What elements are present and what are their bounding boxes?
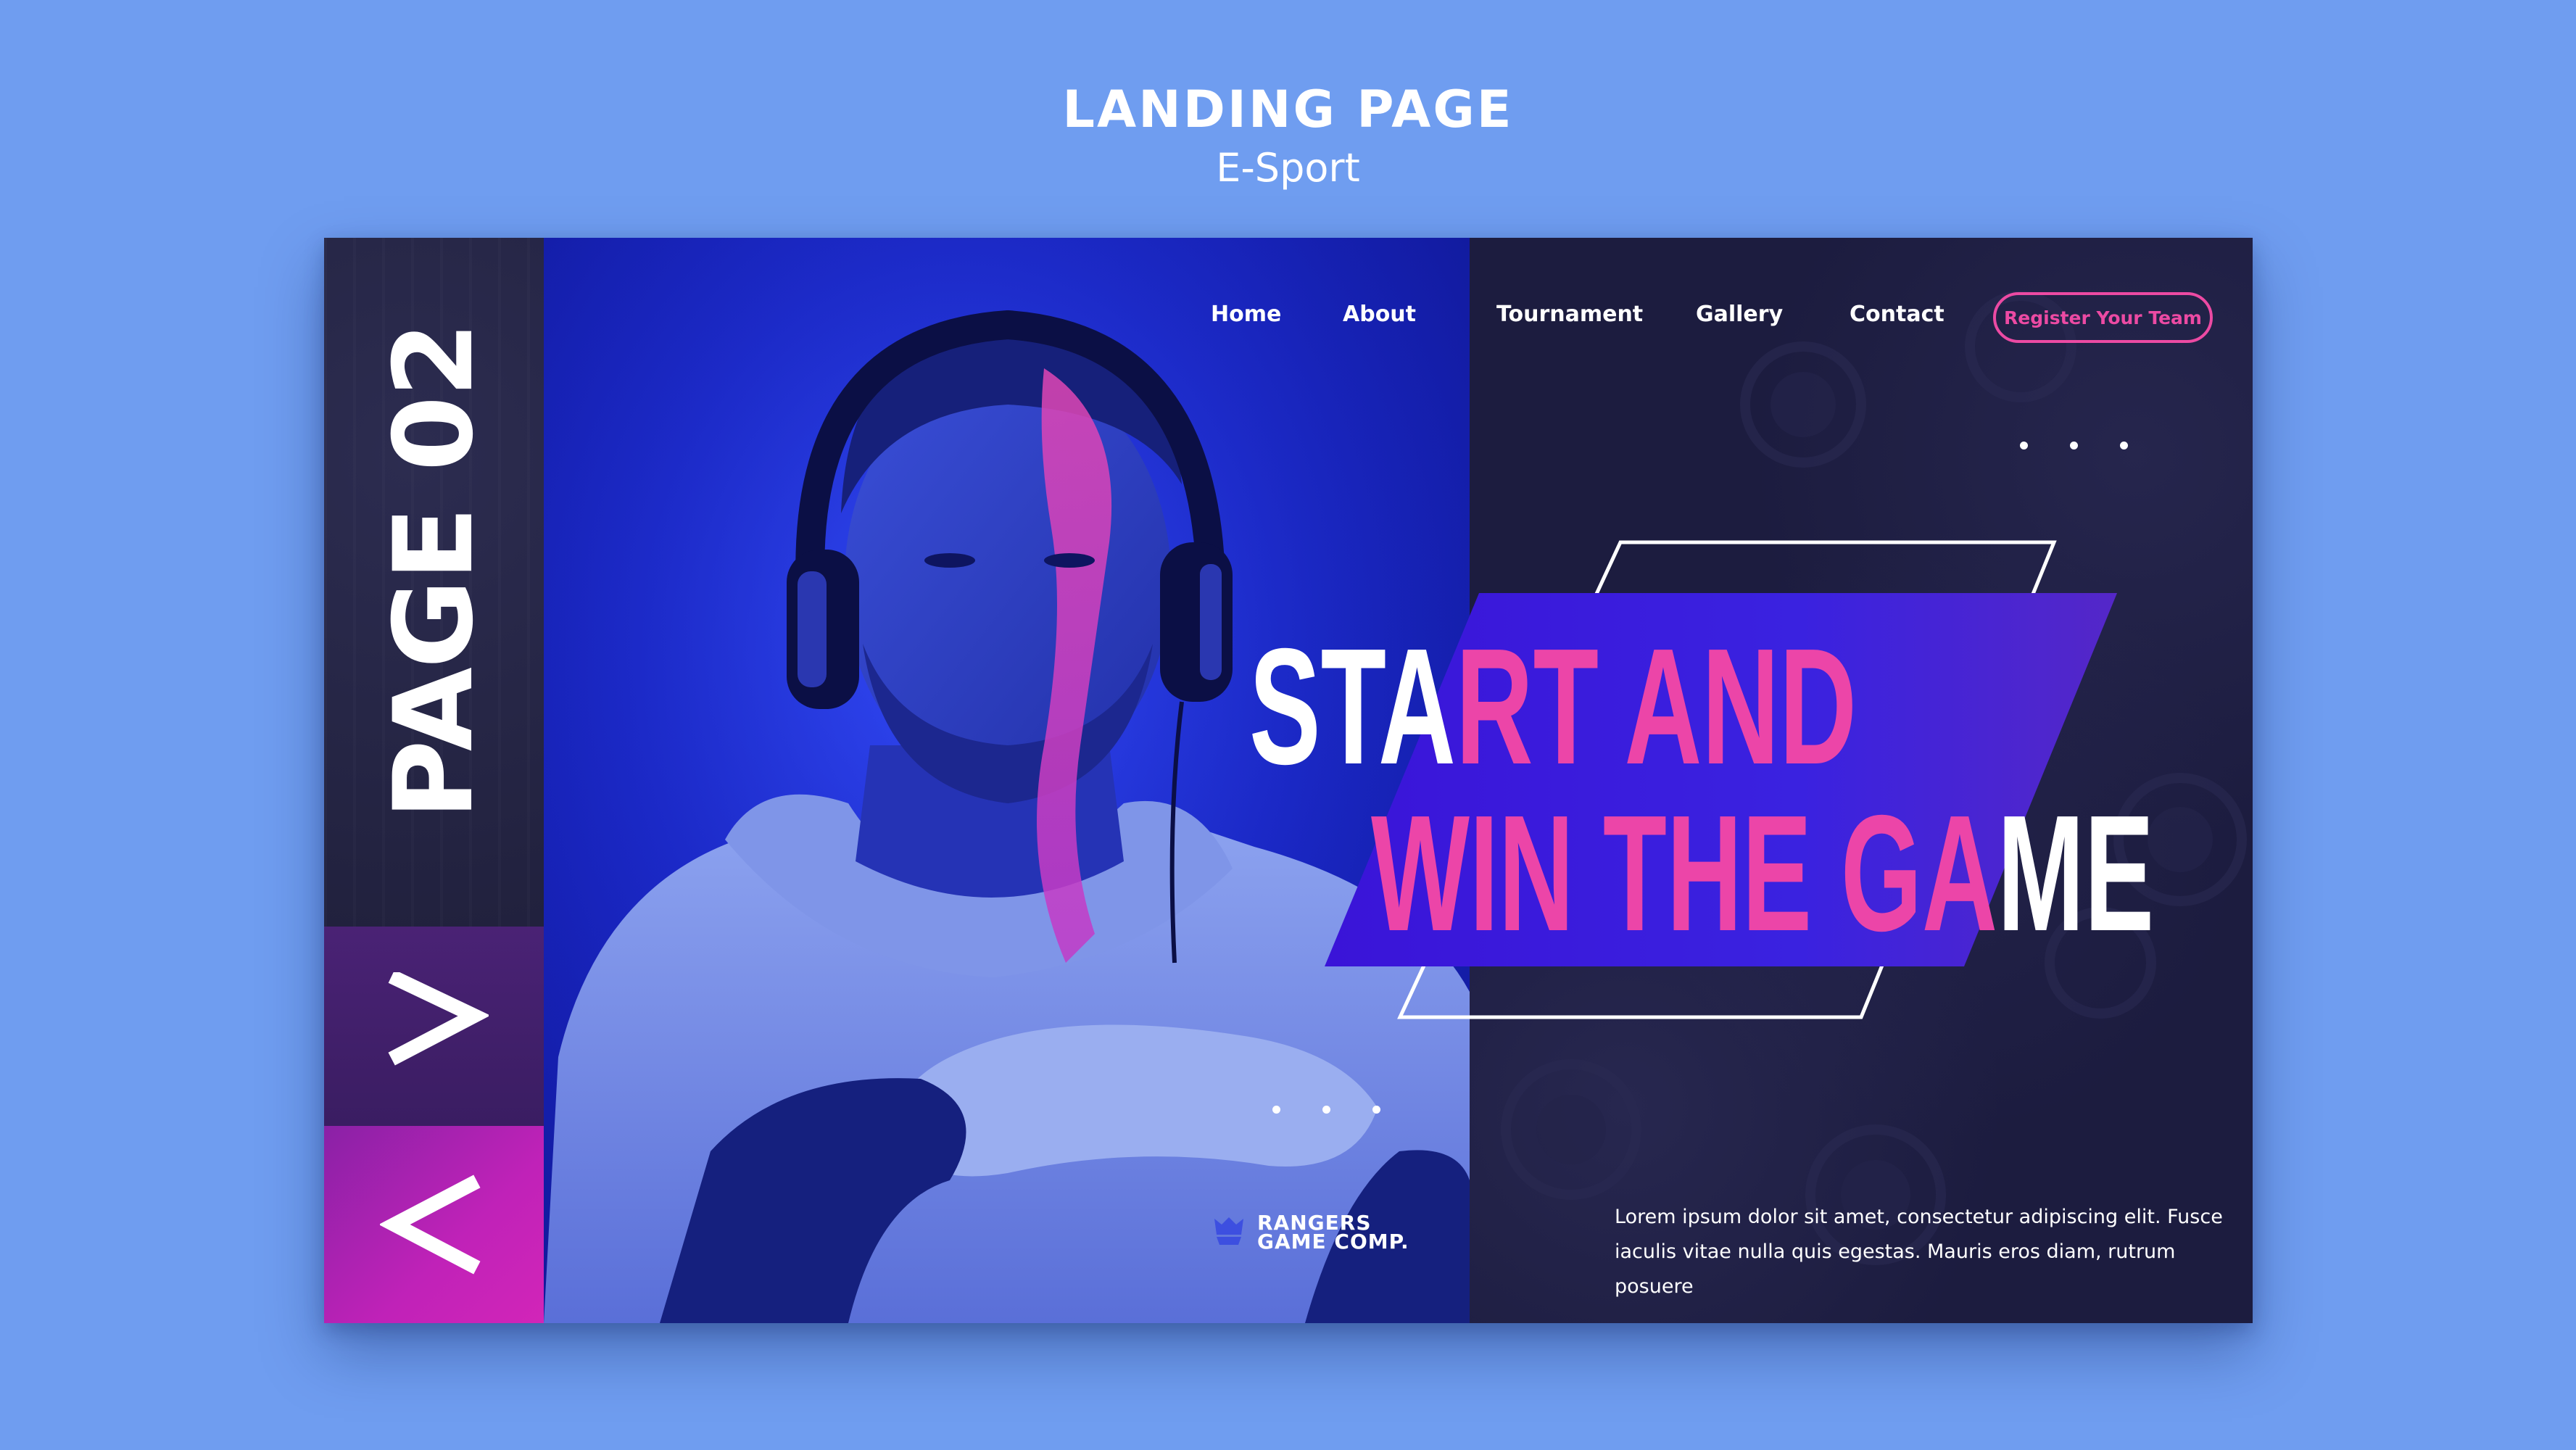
hero-headline: START AND WIN THE GAME [1249,615,2154,966]
headline-line1-white: STA [1249,615,1456,799]
body-paragraph: Lorem ipsum dolor sit amet, consectetur … [1615,1206,2223,1298]
headline-line1-pink: RT AND [1456,615,1857,799]
brand-name: RANGERS GAME COMP. [1257,1213,1409,1254]
brand-line2: GAME COMP. [1257,1230,1409,1254]
svg-text:START AND: START AND [1249,615,1857,799]
headline-line2-pink: WIN THE GA [1371,782,1997,966]
crown-shield-icon [1211,1213,1247,1252]
brand-logo: RANGERS GAME COMP. [1211,1213,1409,1252]
landing-page-mockup: PAGE 02 Home About Tournament Gallery Co… [324,238,2253,1323]
headline-line2-white: ME [1997,782,2154,966]
page-subtitle: E-Sport [1216,145,1360,191]
page-title: LANDING PAGE [1062,80,1514,139]
svg-text:WIN THE GAME: WIN THE GAME [1371,782,2154,966]
